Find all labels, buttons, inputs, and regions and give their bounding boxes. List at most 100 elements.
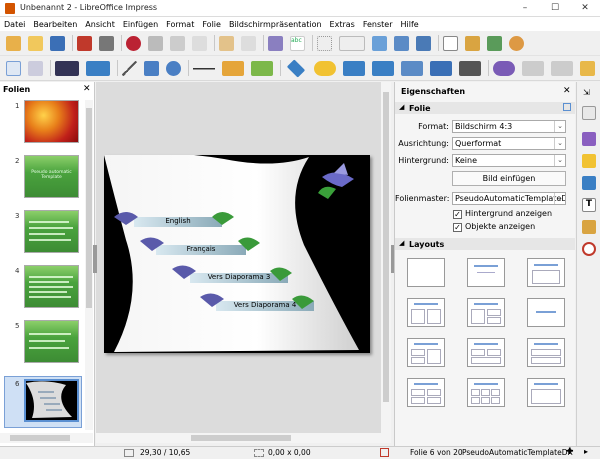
menu-ansicht[interactable]: Ansicht <box>85 20 115 29</box>
close-sidebar-icon[interactable]: ✕ <box>563 86 571 96</box>
gallery-icon[interactable] <box>582 220 596 234</box>
layout-title-content[interactable] <box>527 258 565 287</box>
layout-vertical-title[interactable] <box>527 378 565 407</box>
zoom-slider-icon[interactable]: ▸ <box>584 447 588 456</box>
slide-label-diaporama-4[interactable]: Vers Diaporama 4 <box>216 301 314 309</box>
3d-objects-icon[interactable] <box>459 60 481 76</box>
slide-thumbnail-5[interactable] <box>24 320 79 363</box>
layout-blank[interactable] <box>407 258 445 287</box>
open-folder-icon[interactable] <box>28 35 43 51</box>
layout-title-6-content[interactable] <box>467 378 505 407</box>
export-pdf-icon[interactable] <box>77 35 92 51</box>
slide-thumbnail-2[interactable]: Pseudo automatic Template <box>24 155 79 198</box>
show-background-checkbox[interactable]: ✓ <box>453 210 462 219</box>
curve-icon[interactable] <box>222 60 244 76</box>
undo-icon[interactable] <box>219 35 234 51</box>
toggle-extrusion-icon[interactable] <box>580 60 595 76</box>
collapse-arrow-icon[interactable]: ◢ <box>399 239 404 247</box>
redo-icon[interactable] <box>241 35 256 51</box>
menu-extras[interactable]: Extras <box>330 20 355 29</box>
slides-pane-vertical-scrollbar[interactable] <box>85 100 93 430</box>
orientation-select[interactable]: Querformat ⌄ <box>452 137 566 150</box>
background-select[interactable]: Keine ⌄ <box>452 154 566 167</box>
arrange-icon[interactable] <box>551 60 573 76</box>
slide-transition-icon[interactable] <box>582 132 596 146</box>
sidebar-settings-icon[interactable]: ⇲ <box>583 88 590 97</box>
grid-icon[interactable] <box>317 35 332 51</box>
stars-icon[interactable] <box>430 60 452 76</box>
collapse-arrow-icon[interactable]: ◢ <box>399 103 404 111</box>
slide-label-francais[interactable]: Français <box>156 245 246 253</box>
slide-label-diaporama-3[interactable]: Vers Diaporama 3 <box>190 273 288 281</box>
slide-thumbnail-1[interactable] <box>24 100 79 143</box>
slide-thumbnail-3[interactable] <box>24 210 79 253</box>
canvas-horizontal-scrollbar[interactable] <box>96 433 391 443</box>
media-icon[interactable] <box>487 35 502 51</box>
maximize-button[interactable]: ☐ <box>540 0 570 17</box>
paste-icon[interactable] <box>170 35 185 51</box>
chart-icon[interactable] <box>509 35 524 51</box>
insert-image-button[interactable]: Bild einfügen <box>452 171 566 186</box>
table-icon[interactable] <box>443 35 458 51</box>
menu-bearbeiten[interactable]: Bearbeiten <box>33 20 77 29</box>
save-icon[interactable] <box>50 35 65 51</box>
menu-einfuegen[interactable]: Einfügen <box>123 20 158 29</box>
zoom-icon[interactable] <box>28 60 43 76</box>
menu-folie[interactable]: Folie <box>202 20 221 29</box>
line-icon[interactable] <box>122 60 137 76</box>
callout-icon[interactable] <box>401 60 423 76</box>
copy-icon[interactable] <box>148 35 163 51</box>
menu-format[interactable]: Format <box>166 20 194 29</box>
close-window-button[interactable]: ✕ <box>570 0 600 17</box>
start-presentation-icon[interactable] <box>394 35 409 51</box>
print-icon[interactable] <box>99 35 114 51</box>
find-replace-icon[interactable] <box>268 35 283 51</box>
layout-4-content[interactable] <box>527 338 565 367</box>
show-objects-checkbox[interactable]: ✓ <box>453 223 462 232</box>
arrow-line-icon[interactable] <box>193 60 215 76</box>
line-color-icon[interactable] <box>55 60 79 76</box>
slide[interactable]: English Français Vers Diaporama 3 Vers D… <box>104 155 370 353</box>
collapse-slides-pane-handle[interactable] <box>93 245 97 273</box>
image-icon[interactable] <box>465 35 480 51</box>
menu-datei[interactable]: Datei <box>4 20 25 29</box>
layout-content-over-2[interactable] <box>467 338 505 367</box>
format-select[interactable]: Bildschirm 4:3 ⌄ <box>452 120 566 133</box>
block-arrows-icon[interactable] <box>343 60 365 76</box>
new-icon[interactable] <box>6 35 21 51</box>
menu-bildschirmpraesentation[interactable]: Bildschirmpräsentation <box>229 20 322 29</box>
symbol-shapes-icon[interactable] <box>314 60 336 76</box>
rotate-icon[interactable] <box>493 60 515 76</box>
minimize-button[interactable]: – <box>510 0 540 17</box>
canvas-vertical-scrollbar[interactable] <box>381 82 391 433</box>
spellcheck-icon[interactable]: abc <box>290 35 305 51</box>
basic-shapes-icon[interactable] <box>286 58 306 78</box>
layout-title-content-2[interactable] <box>467 298 505 327</box>
layout-title-2-content[interactable] <box>407 298 445 327</box>
connector-icon[interactable] <box>251 60 273 76</box>
rectangle-icon[interactable] <box>144 60 159 76</box>
close-slides-pane-icon[interactable]: ✕ <box>83 84 91 94</box>
zoom-in-icon[interactable]: ✚ <box>566 447 574 457</box>
document-modified-icon[interactable] <box>380 448 389 457</box>
clone-formatting-icon[interactable] <box>192 35 207 51</box>
layout-title-only[interactable] <box>467 258 505 287</box>
master-slide-icon[interactable] <box>372 35 387 51</box>
slide-thumbnail-4[interactable] <box>24 265 79 308</box>
ellipse-icon[interactable] <box>166 60 181 76</box>
slide-label-english[interactable]: English <box>134 217 222 225</box>
animation-icon[interactable] <box>582 154 596 168</box>
layout-centered-text[interactable] <box>527 298 565 327</box>
display-views-icon[interactable] <box>339 35 365 51</box>
start-current-slide-icon[interactable] <box>416 35 431 51</box>
flowchart-icon[interactable] <box>372 60 394 76</box>
layout-2-content-title[interactable] <box>407 338 445 367</box>
styles-icon[interactable]: T <box>582 198 596 212</box>
fill-color-icon[interactable] <box>86 60 110 76</box>
align-icon[interactable] <box>522 60 544 76</box>
slide-properties-more-icon[interactable] <box>563 103 571 111</box>
slide-thumbnail-6[interactable] <box>24 379 79 422</box>
navigator-icon[interactable] <box>582 242 596 256</box>
properties-wrench-icon[interactable] <box>582 106 596 120</box>
master-select[interactable]: PseudoAutomaticTemplateDR ⌄ <box>452 192 566 205</box>
